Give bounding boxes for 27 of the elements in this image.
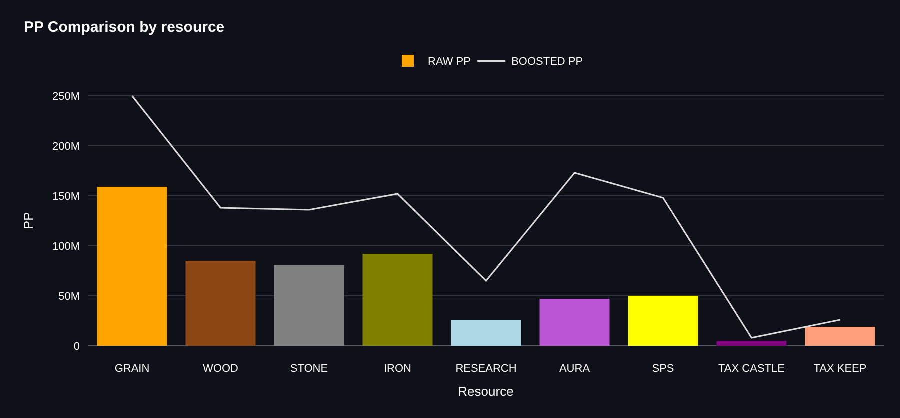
x-tick-label: TAX CASTLE (718, 363, 785, 375)
bar (805, 327, 876, 346)
x-tick-label: SPS (652, 363, 674, 375)
y-tick-label: 250M (52, 91, 80, 103)
x-tick-label: GRAIN (114, 363, 150, 375)
chart-title: PP Comparison by resource (24, 18, 226, 38)
x-tick-label: WOOD (203, 363, 238, 375)
legend-label: BOOSTED PP (512, 56, 584, 68)
bar (540, 299, 610, 346)
x-tick-label: AURA (559, 363, 590, 375)
x-tick-label: RESEARCH (456, 363, 517, 375)
x-tick-label: IRON (384, 363, 412, 375)
y-axis-label: PP (21, 212, 36, 230)
legend-label: RAW PP (428, 56, 471, 68)
legend-swatch (402, 55, 414, 67)
legend-line (478, 60, 506, 62)
bar (628, 296, 698, 346)
y-tick-label: 50M (58, 291, 80, 303)
y-tick-label: 0 (74, 341, 80, 353)
bar (716, 341, 787, 346)
x-tick-label: TAX KEEP (814, 363, 867, 375)
y-tick-label: 150M (52, 191, 80, 203)
y-tick-label: 100M (52, 241, 80, 253)
y-tick-label: 200M (52, 141, 80, 153)
bar (451, 320, 522, 346)
x-axis-label: Resource (458, 384, 514, 399)
x-tick-label: STONE (290, 363, 328, 375)
